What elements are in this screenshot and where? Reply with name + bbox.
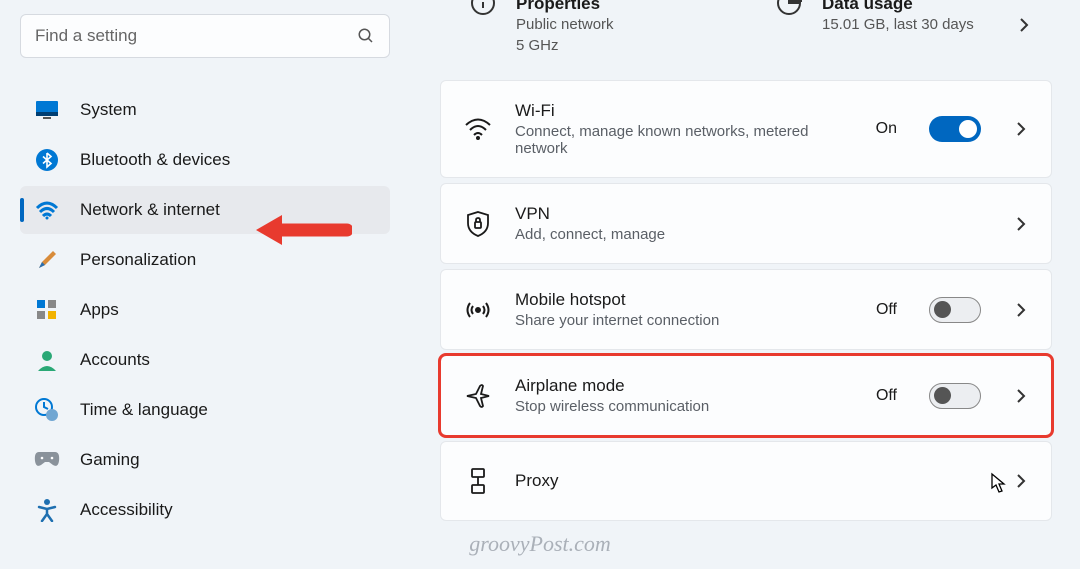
- paintbrush-icon: [34, 247, 60, 273]
- sidebar-item-label: Bluetooth & devices: [80, 150, 230, 170]
- data-usage-sub: 15.01 GB, last 30 days: [822, 14, 998, 35]
- sidebar-item-network[interactable]: Network & internet: [20, 186, 390, 234]
- sidebar-item-label: Apps: [80, 300, 119, 320]
- search-input[interactable]: [35, 26, 357, 46]
- wifi-icon: [463, 117, 493, 141]
- sidebar-item-personalization[interactable]: Personalization: [20, 236, 390, 284]
- properties-sub2: 5 GHz: [516, 35, 614, 56]
- main-content: Properties Public network 5 GHz Data usa…: [390, 0, 1080, 569]
- sidebar-item-label: Accessibility: [80, 500, 173, 520]
- apps-icon: [34, 297, 60, 323]
- person-icon: [34, 347, 60, 373]
- card-title: Wi-Fi: [515, 101, 854, 121]
- chevron-right-icon: [1013, 121, 1029, 137]
- card-title: Mobile hotspot: [515, 290, 854, 310]
- wifi-icon: [34, 197, 60, 223]
- card-sub: Stop wireless communication: [515, 398, 854, 415]
- chevron-right-icon: [1016, 17, 1032, 33]
- card-sub: Add, connect, manage: [515, 226, 991, 243]
- card-title: VPN: [515, 204, 991, 224]
- airplane-toggle[interactable]: [929, 383, 981, 409]
- sidebar-item-label: Personalization: [80, 250, 196, 270]
- airplane-state-label: Off: [876, 387, 897, 405]
- settings-sidebar: System Bluetooth & devices Network & int…: [0, 0, 390, 569]
- sidebar-item-gaming[interactable]: Gaming: [20, 436, 390, 484]
- sidebar-item-accessibility[interactable]: Accessibility: [20, 486, 390, 534]
- chevron-right-icon: [1013, 388, 1029, 404]
- sidebar-item-label: Network & internet: [80, 200, 220, 220]
- card-title: Proxy: [515, 471, 991, 491]
- properties-title: Properties: [516, 0, 614, 14]
- sidebar-item-system[interactable]: System: [20, 86, 390, 134]
- clock-globe-icon: [34, 397, 60, 423]
- properties-sub1: Public network: [516, 14, 614, 35]
- pie-chart-icon: [776, 0, 804, 18]
- hotspot-icon: [463, 299, 493, 321]
- card-sub: Connect, manage known networks, metered …: [515, 123, 854, 157]
- sidebar-item-apps[interactable]: Apps: [20, 286, 390, 334]
- card-proxy[interactable]: Proxy: [440, 441, 1052, 521]
- info-icon: [470, 0, 498, 18]
- search-icon: [357, 27, 375, 45]
- hotspot-toggle[interactable]: [929, 297, 981, 323]
- card-hotspot[interactable]: Mobile hotspot Share your internet conne…: [440, 269, 1052, 350]
- wifi-toggle[interactable]: [929, 116, 981, 142]
- chevron-right-icon: [1013, 216, 1029, 232]
- system-icon: [34, 97, 60, 123]
- proxy-icon: [463, 467, 493, 495]
- sidebar-item-accounts[interactable]: Accounts: [20, 336, 390, 384]
- hotspot-state-label: Off: [876, 301, 897, 319]
- wifi-state-label: On: [876, 120, 897, 138]
- sidebar-item-label: Accounts: [80, 350, 150, 370]
- card-title: Airplane mode: [515, 376, 854, 396]
- card-wifi[interactable]: Wi-Fi Connect, manage known networks, me…: [440, 80, 1052, 178]
- sidebar-item-label: Time & language: [80, 400, 208, 420]
- chevron-right-icon: [1013, 302, 1029, 318]
- sidebar-item-time[interactable]: Time & language: [20, 386, 390, 434]
- bluetooth-icon: [34, 147, 60, 173]
- airplane-icon: [463, 382, 493, 410]
- card-vpn[interactable]: VPN Add, connect, manage: [440, 183, 1052, 264]
- shield-lock-icon: [463, 210, 493, 238]
- sidebar-item-label: Gaming: [80, 450, 140, 470]
- data-usage-title: Data usage: [822, 0, 998, 14]
- gamepad-icon: [34, 447, 60, 473]
- properties-block[interactable]: Properties Public network 5 GHz: [470, 0, 726, 56]
- data-usage-block[interactable]: Data usage 15.01 GB, last 30 days: [776, 0, 1032, 56]
- accessibility-icon: [34, 497, 60, 523]
- chevron-right-icon: [1013, 473, 1029, 489]
- card-airplane-mode[interactable]: Airplane mode Stop wireless communicatio…: [440, 355, 1052, 436]
- search-box[interactable]: [20, 14, 390, 58]
- sidebar-item-bluetooth[interactable]: Bluetooth & devices: [20, 136, 390, 184]
- nav-list: System Bluetooth & devices Network & int…: [20, 86, 385, 534]
- card-sub: Share your internet connection: [515, 312, 854, 329]
- sidebar-item-label: System: [80, 100, 137, 120]
